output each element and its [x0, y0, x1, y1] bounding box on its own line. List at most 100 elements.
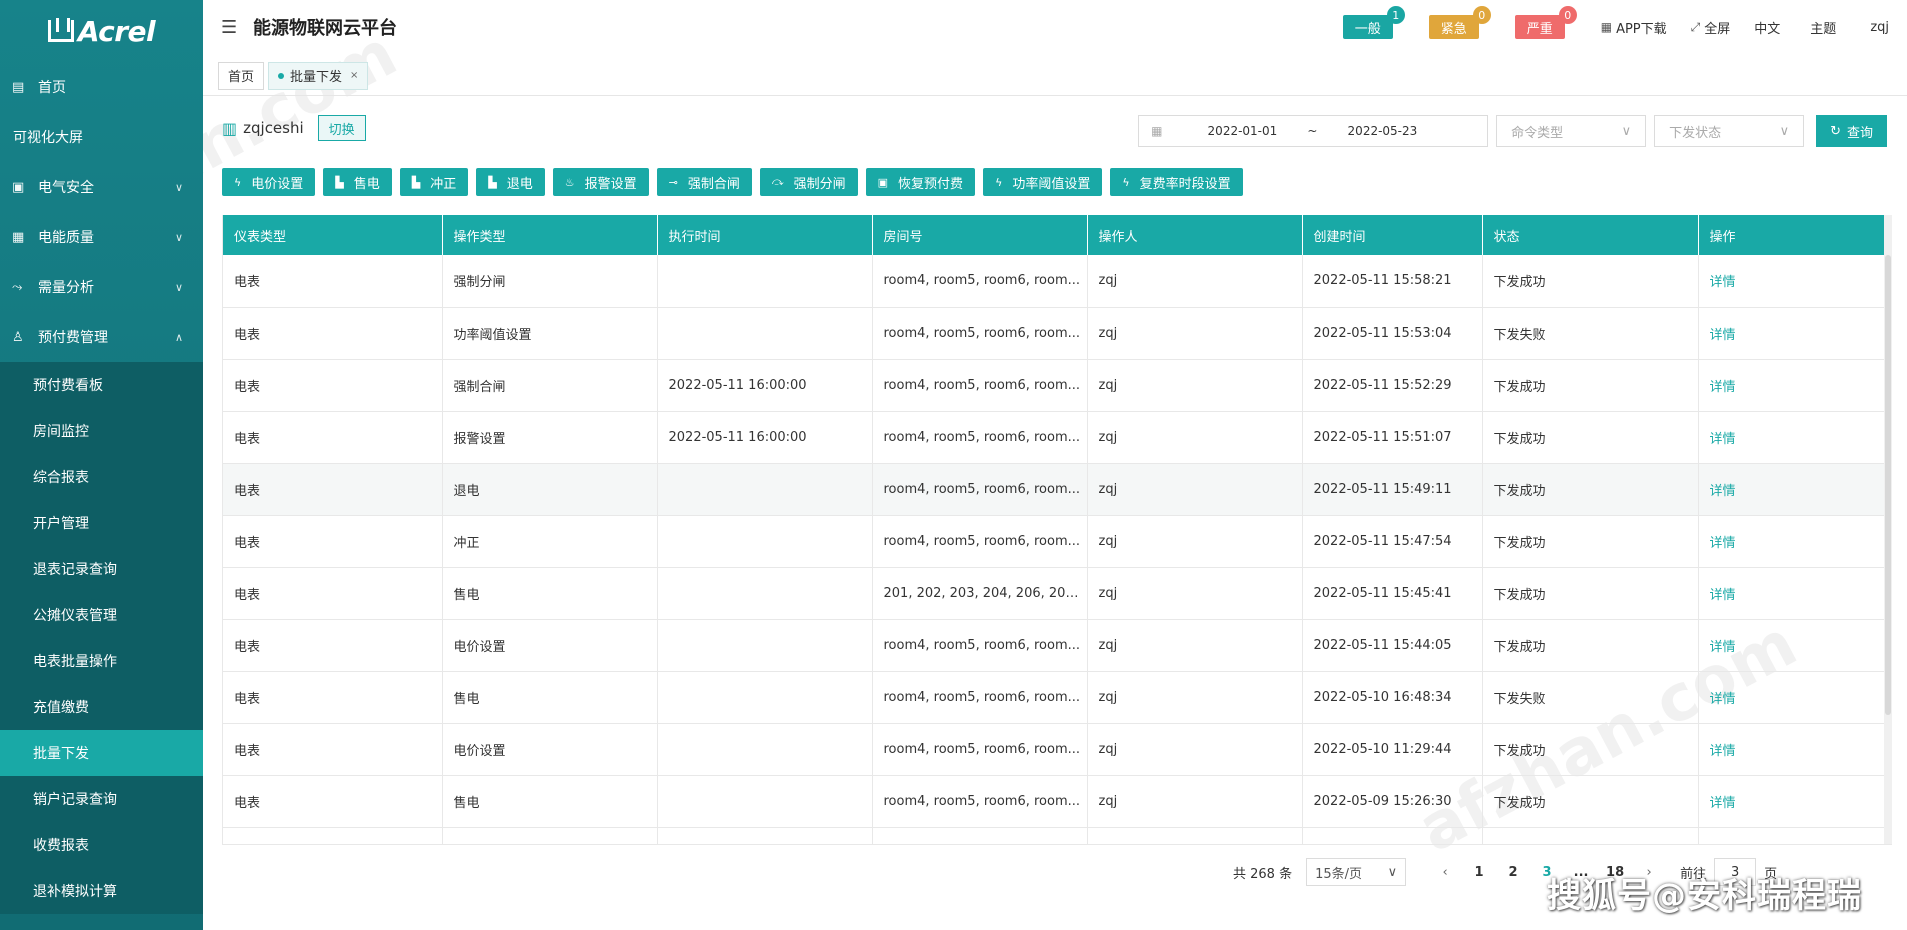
restore-prepaid-button[interactable]: ▣ 恢复预付费: [865, 168, 976, 196]
alarm-setting-button[interactable]: ♨ 报警设置: [552, 168, 649, 196]
column-header[interactable]: 操作类型: [442, 215, 658, 255]
table-cell-exec: [657, 671, 873, 724]
table-cell-meter: 电表: [223, 255, 443, 308]
sidebar-subitem[interactable]: 综合报表: [0, 454, 203, 500]
theme-switch[interactable]: 主题: [1810, 18, 1836, 37]
date-start[interactable]: 2022-01-01: [1182, 124, 1302, 138]
table-cell-operator: zqj: [1087, 255, 1303, 308]
fullscreen-button[interactable]: ⤢ 全屏: [1691, 18, 1731, 37]
sell-power-button[interactable]: ▙ 售电: [323, 168, 392, 196]
table-cell-meter: 电表: [223, 567, 443, 620]
sidebar-item-prepaid-management[interactable]: ♙ 预付费管理 ∧: [0, 312, 203, 362]
detail-link[interactable]: 详情: [1710, 692, 1736, 707]
alert-severe-badge[interactable]: 严重 0: [1514, 6, 1577, 39]
language-switch[interactable]: 中文: [1754, 18, 1780, 37]
sidebar-item-electrical-safety[interactable]: ▣ 电气安全 ∨: [0, 162, 203, 212]
user-menu[interactable]: zqj: [1870, 20, 1889, 35]
detail-link[interactable]: 详情: [1710, 536, 1736, 551]
table-cell-op: 冲正: [442, 515, 658, 568]
table-cell-operator: zqj: [1087, 411, 1303, 464]
detail-link[interactable]: 详情: [1710, 275, 1736, 290]
table-cell-exec: [657, 775, 873, 828]
sidebar-subitem[interactable]: 开户管理: [0, 500, 203, 546]
tab-home[interactable]: 首页: [218, 61, 265, 90]
table-cell-exec: [657, 515, 873, 568]
column-header[interactable]: 执行时间: [657, 215, 873, 255]
brand-logo[interactable]: Acrel: [0, 0, 203, 62]
table-cell-op: 售电: [442, 775, 658, 828]
column-header[interactable]: 仪表类型: [223, 215, 443, 255]
column-header[interactable]: 操作人: [1087, 215, 1303, 255]
table-cell-action: 详情: [1698, 515, 1892, 568]
detail-link[interactable]: 详情: [1710, 380, 1736, 395]
alert-urgent-badge[interactable]: 紧急 0: [1428, 6, 1491, 39]
tab-batch-dispatch[interactable]: 批量下发 ×: [268, 61, 369, 90]
lightning-icon: ϟ: [995, 175, 1003, 189]
app-download-link[interactable]: ▦ APP下载: [1601, 18, 1667, 37]
sidebar-subitem[interactable]: 退补模拟计算: [0, 868, 203, 914]
page-size-select[interactable]: 15条/页 ∨: [1306, 858, 1407, 886]
tou-period-button[interactable]: ϟ 复费率时段设置: [1110, 168, 1243, 196]
alert-general-badge[interactable]: 一般 1: [1342, 6, 1405, 39]
sidebar-item-home[interactable]: ▤ 首页: [0, 62, 203, 112]
table-cell-exec: 2022-05-11 16:00:00: [657, 411, 873, 464]
table-cell-action: 详情: [1698, 619, 1892, 672]
table-row: 电表 售电 room4, room5, room6, room... zqj 2022-…: [223, 775, 1892, 828]
sidebar-subitem[interactable]: 预付费看板: [0, 362, 203, 408]
sidebar-subitem[interactable]: 电表批量操作: [0, 638, 203, 684]
date-range-picker[interactable]: ▦ 2022-01-01 ~ 2022-05-23: [1138, 115, 1489, 147]
table-cell-exec: [657, 827, 873, 844]
date-end[interactable]: 2022-05-23: [1322, 124, 1442, 138]
sidebar-item-demand-analysis[interactable]: ⤳ 需量分析 ∨: [0, 262, 203, 312]
column-header[interactable]: 创建时间: [1302, 215, 1483, 255]
force-open-button[interactable]: ⤼ 强制分闸: [759, 168, 858, 196]
vertical-scrollbar[interactable]: [1884, 215, 1892, 844]
sidebar-subitem[interactable]: 退表记录查询: [0, 546, 203, 592]
sidebar-subitem[interactable]: 充值缴费: [0, 684, 203, 730]
power-threshold-button[interactable]: ϟ 功率阈值设置: [983, 168, 1103, 196]
price-setting-button[interactable]: ϟ 电价设置: [222, 168, 316, 196]
table-row: 电表 电价设置 room4, room5, room6, room... zqj 202…: [223, 723, 1892, 776]
detail-link[interactable]: 详情: [1710, 640, 1736, 655]
column-header[interactable]: 状态: [1482, 215, 1699, 255]
scrollbar-thumb[interactable]: [1885, 255, 1891, 715]
switch-button[interactable]: 切换: [317, 115, 366, 141]
table-cell-exec: 2022-05-11 16:00:00: [657, 359, 873, 412]
table-cell-meter: [223, 827, 443, 844]
table-cell-op: 退电: [442, 463, 658, 516]
page-number[interactable]: 2: [1496, 865, 1530, 880]
sidebar-subitem[interactable]: 房间监控: [0, 408, 203, 454]
detail-link[interactable]: 详情: [1710, 796, 1736, 811]
detail-link[interactable]: 详情: [1710, 432, 1736, 447]
page-number[interactable]: 1: [1462, 865, 1496, 880]
table-cell-status: 下发成功: [1482, 567, 1699, 620]
status-select[interactable]: 下发状态 ∨: [1654, 115, 1805, 147]
command-type-select[interactable]: 命令类型 ∨: [1496, 115, 1647, 147]
table-cell-created: 2022-05-11 15:49:11: [1302, 463, 1483, 516]
sidebar-item-power-quality[interactable]: ▦ 电能质量 ∨: [0, 212, 203, 262]
prev-page-icon[interactable]: ‹: [1428, 865, 1462, 880]
force-close-button[interactable]: ⊸ 强制合闸: [656, 168, 752, 196]
menu-toggle-icon[interactable]: ☰: [221, 17, 243, 38]
table-cell-meter: 电表: [223, 515, 443, 568]
correction-button[interactable]: ▙ 冲正: [399, 168, 469, 196]
detail-link[interactable]: 详情: [1710, 328, 1736, 343]
detail-link[interactable]: 详情: [1710, 744, 1736, 759]
refund-power-button[interactable]: ▙ 退电: [476, 168, 545, 196]
table-cell-created: 2022-05-11 15:45:41: [1302, 567, 1483, 620]
close-icon[interactable]: ×: [350, 70, 358, 81]
sidebar-subitem[interactable]: 收费报表: [0, 822, 203, 868]
sidebar-item-visual-screen[interactable]: 可视化大屏: [0, 112, 203, 162]
detail-link[interactable]: 详情: [1710, 588, 1736, 603]
table-cell-status: 下发成功: [1482, 775, 1699, 828]
page-tabs: 首页 批量下发 ×: [203, 56, 1907, 96]
chart-icon: ⤳: [12, 279, 23, 295]
query-button[interactable]: ↻ 查询: [1816, 115, 1887, 147]
detail-link[interactable]: 详情: [1710, 484, 1736, 499]
column-header[interactable]: 房间号: [872, 215, 1088, 255]
column-header[interactable]: 操作: [1698, 215, 1892, 255]
sidebar-subitem[interactable]: 销户记录查询: [0, 776, 203, 822]
sidebar-subitem[interactable]: 公摊仪表管理: [0, 592, 203, 638]
alarm-icon: ♨: [564, 175, 575, 189]
sidebar-subitem-active[interactable]: 批量下发: [0, 730, 203, 776]
